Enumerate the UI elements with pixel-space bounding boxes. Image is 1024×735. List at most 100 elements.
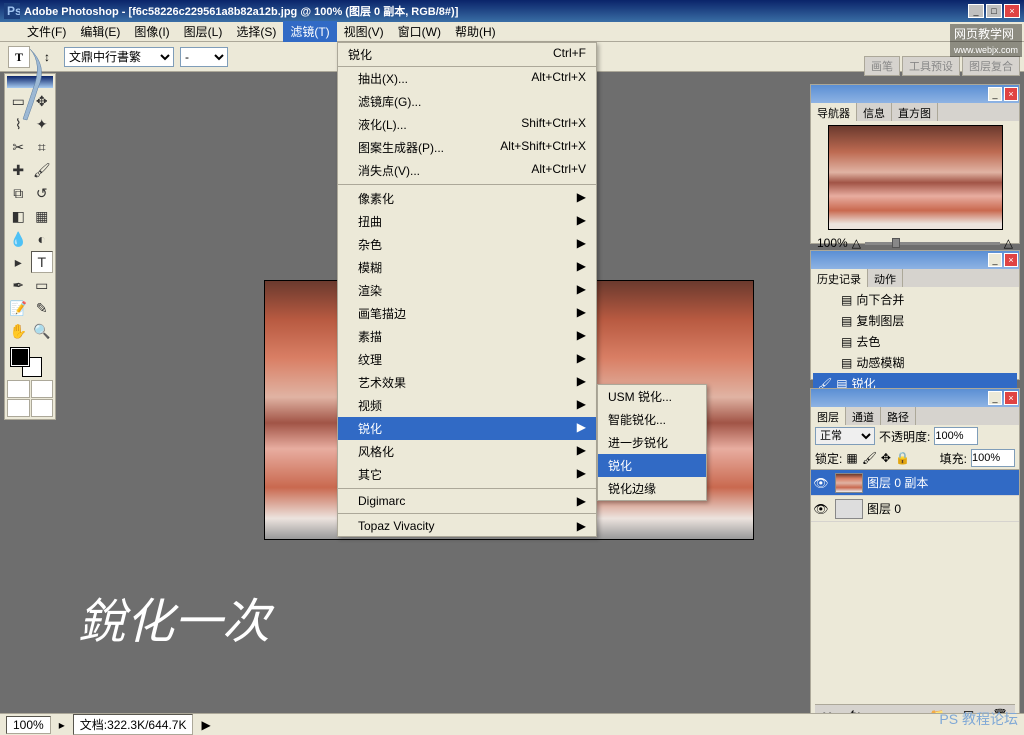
filter-last[interactable]: 锐化 [348,46,372,63]
history-brush-tool[interactable]: ↺ [31,182,54,204]
zoom-in-icon[interactable]: △ [1004,236,1013,250]
tab-histogram[interactable]: 直方图 [892,103,938,121]
eraser-tool[interactable]: ◧ [7,205,30,227]
menu-file[interactable]: 文件(F) [20,21,73,42]
status-arrow-icon[interactable]: ▶ [201,718,210,732]
filter-sharpen[interactable]: 锐化▶ [338,417,596,440]
menu-edit[interactable]: 编辑(E) [73,21,127,42]
filter-pixelate[interactable]: 像素化▶ [338,187,596,210]
filter-other[interactable]: 其它▶ [338,463,596,486]
screenmode-toggle[interactable] [31,380,54,398]
filter-stylize[interactable]: 风格化▶ [338,440,596,463]
foreground-swatch[interactable] [11,348,29,366]
filter-artistic[interactable]: 艺术效果▶ [338,371,596,394]
sharpen-more[interactable]: 进一步锐化 [598,431,706,454]
menu-image[interactable]: 图像(I) [127,21,176,42]
tab-actions[interactable]: 动作 [868,269,903,287]
filter-gallery[interactable]: 滤镜库(G)... [338,90,596,113]
gradient-tool[interactable]: ▦ [31,205,54,227]
quickmask-toggle[interactable] [7,380,30,398]
lock-transparency-icon[interactable]: ▦ [846,451,857,465]
filter-liquify[interactable]: 液化(L)...Shift+Ctrl+X [338,113,596,136]
font-style-select[interactable]: - [180,47,228,67]
menu-help[interactable]: 帮助(H) [448,21,503,42]
visibility-icon[interactable]: 👁 [811,476,831,490]
max-button[interactable]: □ [986,4,1002,18]
layers-min[interactable]: _ [988,391,1002,405]
navigator-min[interactable]: _ [988,87,1002,101]
filter-vanish[interactable]: 消失点(V)...Alt+Ctrl+V [338,159,596,182]
filter-brush-strokes[interactable]: 画笔描边▶ [338,302,596,325]
lock-position-icon[interactable]: ✥ [881,451,891,465]
tab-navigator[interactable]: 导航器 [811,103,857,121]
history-motion-blur[interactable]: ▤动感模糊 [813,352,1017,373]
well-layer-comps[interactable]: 图层复合 [962,56,1020,76]
blend-mode-select[interactable]: 正常 [815,427,875,445]
tab-layers[interactable]: 图层 [811,407,846,425]
slice-tool[interactable]: ⌗ [31,136,54,158]
tab-history[interactable]: 历史记录 [811,269,868,287]
heal-tool[interactable]: ✚ [7,159,30,181]
sharpen-smart[interactable]: 智能锐化... [598,408,706,431]
hand-tool[interactable]: ✋ [7,320,30,342]
filter-extract[interactable]: 抽出(X)...Alt+Ctrl+X [338,67,596,90]
layer-0[interactable]: 👁 图层 0 [811,496,1019,522]
well-brushes[interactable]: 画笔 [864,56,900,76]
sharpen-edges[interactable]: 锐化边缘 [598,477,706,500]
menu-layer[interactable]: 图层(L) [177,21,230,42]
filter-topaz[interactable]: Topaz Vivacity▶ [338,516,596,536]
close-button[interactable]: × [1004,4,1020,18]
menu-filter[interactable]: 滤镜(T) [283,21,336,42]
stamp-tool[interactable]: ⧉ [7,182,30,204]
font-family-select[interactable]: 文鼎中行書繁 [64,47,174,67]
visibility-icon[interactable]: 👁 [811,502,831,516]
opacity-input[interactable] [934,427,978,445]
filter-noise[interactable]: 杂色▶ [338,233,596,256]
zoom-tool[interactable]: 🔍 [31,320,54,342]
eyedropper-tool[interactable]: ✎ [31,297,54,319]
filter-video[interactable]: 视频▶ [338,394,596,417]
zoom-out-icon[interactable]: △ [852,236,861,250]
history-min[interactable]: _ [988,253,1002,267]
filter-blur[interactable]: 模糊▶ [338,256,596,279]
filter-distort[interactable]: 扭曲▶ [338,210,596,233]
min-button[interactable]: _ [968,4,984,18]
pen-tool[interactable]: ✒ [7,274,30,296]
layers-close[interactable]: × [1004,391,1018,405]
fill-input[interactable] [971,449,1015,467]
tab-paths[interactable]: 路径 [881,407,916,425]
type-tool[interactable]: T [31,251,54,273]
screen-full[interactable] [31,399,54,417]
filter-sketch[interactable]: 素描▶ [338,325,596,348]
lock-all-icon[interactable]: 🔒 [895,451,910,465]
dodge-tool[interactable]: ◐ [31,228,54,250]
history-close[interactable]: × [1004,253,1018,267]
navigator-close[interactable]: × [1004,87,1018,101]
tab-info[interactable]: 信息 [857,103,892,121]
lock-paint-icon[interactable]: 🖌 [862,451,877,465]
history-desat[interactable]: ▤去色 [813,331,1017,352]
path-tool[interactable]: ▸ [7,251,30,273]
crop-tool[interactable]: ✂ [7,136,30,158]
menu-view[interactable]: 视图(V) [337,21,391,42]
well-tool-presets[interactable]: 工具预设 [902,56,960,76]
status-zoom[interactable]: 100% [6,716,51,734]
layer-0-copy[interactable]: 👁 图层 0 副本 [811,470,1019,496]
filter-render[interactable]: 渲染▶ [338,279,596,302]
sharpen-usm[interactable]: USM 锐化... [598,385,706,408]
menu-window[interactable]: 窗口(W) [391,21,448,42]
screen-std[interactable] [7,399,30,417]
filter-digimarc[interactable]: Digimarc▶ [338,491,596,511]
brush-tool[interactable]: 🖌 [31,159,54,181]
history-merge-down[interactable]: ▤向下合并 [813,289,1017,310]
shape-tool[interactable]: ▭ [31,274,54,296]
notes-tool[interactable]: 📝 [7,297,30,319]
blur-tool[interactable]: 💧 [7,228,30,250]
menu-select[interactable]: 选择(S) [229,21,283,42]
color-swatches[interactable] [7,346,53,378]
tab-channels[interactable]: 通道 [846,407,881,425]
filter-texture[interactable]: 纹理▶ [338,348,596,371]
history-copy-layer[interactable]: ▤复制图层 [813,310,1017,331]
zoom-slider[interactable] [865,242,1000,245]
navigator-preview[interactable] [828,125,1003,230]
